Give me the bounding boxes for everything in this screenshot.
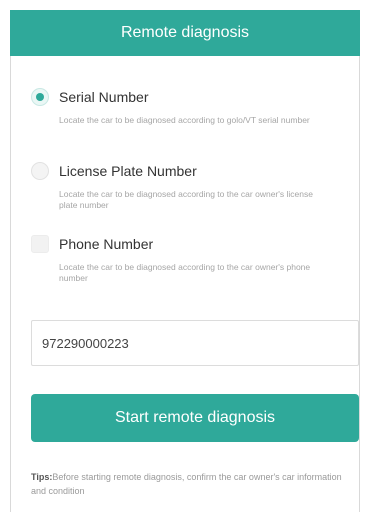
radio-serial-number[interactable] (31, 88, 49, 106)
tips-text: Tips:Before starting remote diagnosis, c… (31, 470, 351, 498)
radio-selected-dot (36, 93, 44, 101)
serial-number-input-box[interactable] (31, 320, 359, 366)
option-serial-number[interactable]: Serial Number Locate the car to be diagn… (31, 86, 351, 126)
option-description: Locate the car to be diagnosed according… (59, 189, 313, 210)
start-button-label: Start remote diagnosis (114, 409, 276, 426)
option-license-plate-number[interactable]: License Plate Number Locate the car to b… (31, 160, 351, 211)
tips-body: Before starting remote diagnosis, confir… (31, 472, 342, 496)
option-phone-number[interactable]: Phone Number Locate the car to be diagno… (31, 233, 351, 284)
page-header: Remote diagnosis (10, 10, 360, 56)
radio-phone-number[interactable] (31, 235, 49, 253)
page-title: Remote diagnosis (120, 24, 250, 41)
option-description: Locate the car to be diagnosed according… (59, 262, 311, 283)
content-panel: Serial Number Locate the car to be diagn… (10, 56, 360, 512)
start-remote-diagnosis-button[interactable]: Start remote diagnosis (31, 394, 359, 442)
remote-diagnosis-screen: Remote diagnosis Serial Number Locate th… (0, 0, 370, 512)
tips-prefix: Tips: (31, 472, 53, 482)
option-label: Phone Number (59, 236, 154, 252)
serial-number-input[interactable] (42, 335, 358, 351)
option-label: License Plate Number (59, 163, 197, 179)
radio-license-plate-number[interactable] (31, 162, 49, 180)
option-description: Locate the car to be diagnosed according… (59, 115, 310, 125)
option-label: Serial Number (59, 89, 149, 105)
